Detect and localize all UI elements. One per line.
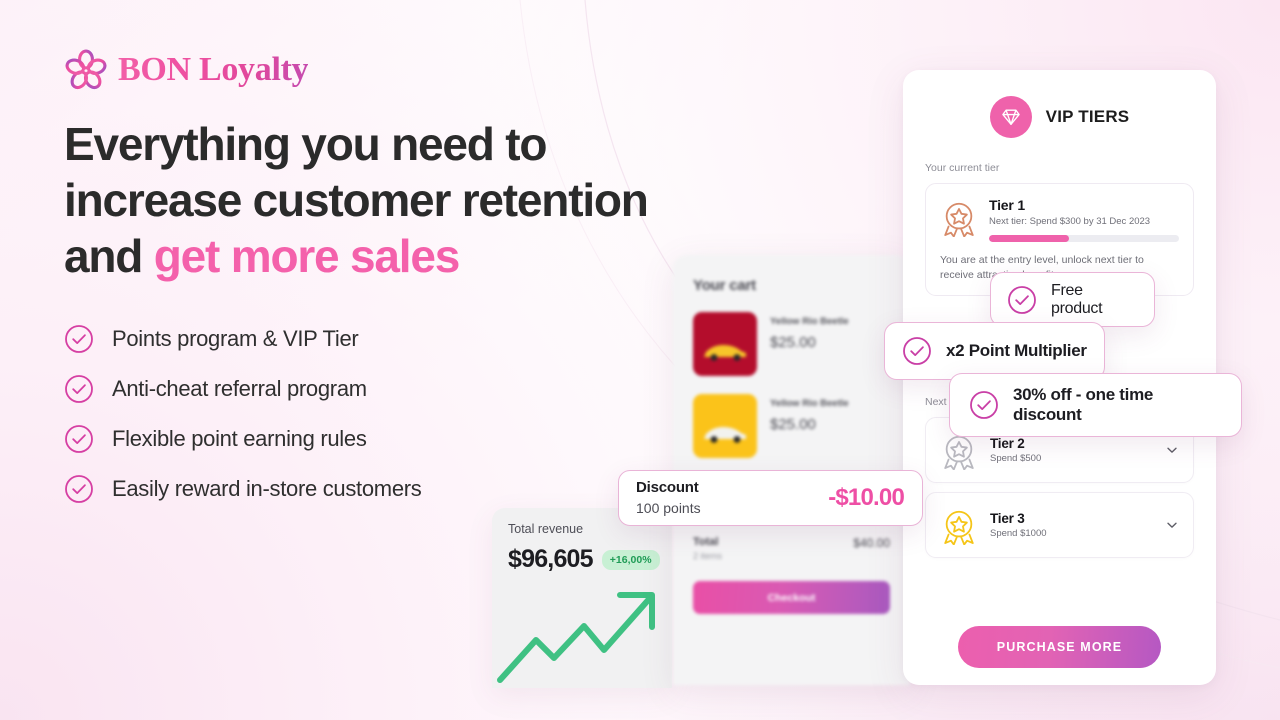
brand-name: BON Loyalty [118, 51, 309, 88]
tier-info: Tier 2 Spend $500 [990, 436, 1153, 464]
tier-subtitle: Spend $1000 [990, 528, 1047, 539]
discount-banner-title: Discount [636, 478, 699, 496]
chevron-down-icon[interactable] [1165, 518, 1179, 532]
diamond-badge [989, 96, 1032, 138]
tier-info: Tier 3 Spend $1000 [990, 511, 1153, 539]
current-tier-label: Your current tier [925, 162, 1000, 174]
purchase-more-button[interactable]: PURCHASE MORE [958, 626, 1161, 668]
medal-icon [944, 435, 974, 470]
diamond-icon [1001, 109, 1020, 126]
product-name: Yellow Rio Beetle [770, 316, 849, 327]
feature-label: Anti-cheat referral program [112, 376, 367, 401]
medal-icon [944, 510, 974, 545]
product-info: Yellow Rio Beetle $25.00 [770, 394, 849, 433]
product-price: $25.00 [770, 334, 816, 351]
tier-progress-bar [989, 235, 1179, 242]
brand-logo[interactable]: BON Loyalty [64, 44, 684, 96]
feature-label: Easily reward in-store customers [112, 476, 422, 501]
product-thumbnail [693, 394, 757, 458]
tier-name: Tier 3 [990, 511, 1025, 526]
flower-icon [65, 49, 107, 90]
product-name: Yellow Rio Beetle [770, 398, 849, 409]
vip-panel-title: VIP TIERS [1045, 107, 1130, 126]
next-tier-card-tier-3[interactable]: Tier 3 Spend $1000 [925, 492, 1194, 558]
revenue-amount: $96,605 [508, 545, 594, 573]
reward-chip-free-product[interactable]: Free product [990, 272, 1155, 327]
list-item: Easily reward in-store customers [64, 464, 684, 514]
vip-panel-header: VIP TIERS [925, 96, 1194, 138]
total-revenue-card: Total revenue $96,605 +16,00% [492, 508, 672, 688]
reward-chip-label: x2 Point Multiplier [946, 341, 1087, 360]
check-circle-icon [970, 391, 998, 419]
check-circle-icon [65, 475, 93, 503]
revenue-delta-badge: +16,00% [601, 549, 660, 570]
checkout-button[interactable]: Checkout [693, 581, 890, 614]
list-item: Anti-cheat referral program [64, 364, 684, 414]
tier-info: Tier 1 Next tier: Spend $300 by 31 Dec 2… [989, 197, 1179, 242]
medal-icon [944, 202, 974, 237]
trending-up-arrow-icon [497, 592, 655, 683]
discount-banner[interactable]: Discount 100 points -$10.00 [618, 470, 923, 526]
feature-label: Points program & VIP Tier [112, 326, 359, 351]
feature-list: Points program & VIP Tier Anti-cheat ref… [64, 314, 684, 514]
reward-chip-point-multiplier[interactable]: x2 Point Multiplier [884, 322, 1105, 380]
tier-row: Tier 1 Next tier: Spend $300 by 31 Dec 2… [940, 197, 1179, 242]
check-circle-icon [903, 337, 931, 365]
tier-name: Tier 2 [990, 436, 1025, 451]
discount-banner-value: -$10.00 [828, 484, 905, 511]
reward-chip-discount-offer[interactable]: 30% off - one time discount [949, 373, 1242, 437]
check-circle-icon [65, 425, 93, 453]
list-item: Points program & VIP Tier [64, 314, 684, 364]
revenue-amount-row: $96,605 +16,00% [508, 545, 660, 574]
summary-row-total: Total 2 items $40.00 [693, 536, 890, 561]
list-item: Flexible point earning rules [64, 414, 684, 464]
summary-label: Total [693, 536, 719, 548]
summary-value: $40.00 [853, 536, 890, 550]
check-circle-icon [1008, 285, 1036, 314]
check-circle-icon [65, 375, 93, 403]
reward-chip-label: Free product [1051, 281, 1103, 317]
hero-left-column: BON Loyalty Everything you need to incre… [64, 44, 684, 514]
cart-title: Your cart [693, 277, 756, 294]
tier-name: Tier 1 [989, 197, 1025, 213]
list-item: Yellow Rio Beetle $25.00 [693, 312, 890, 376]
car-icon [704, 345, 746, 361]
reward-chip-label: 30% off - one time discount [1013, 385, 1154, 424]
page-title: Everything you need to increase customer… [64, 116, 654, 284]
product-info: Yellow Rio Beetle $25.00 [770, 312, 849, 351]
product-thumbnail [693, 312, 757, 376]
list-item: Yellow Rio Beetle $25.00 [693, 394, 890, 458]
feature-label: Flexible point earning rules [112, 426, 367, 451]
car-icon [704, 427, 746, 443]
tier-progress-fill [989, 235, 1069, 242]
summary-sublabel: 2 items [693, 551, 723, 561]
product-price: $25.00 [770, 416, 816, 433]
check-circle-icon [65, 325, 93, 353]
discount-banner-text: Discount 100 points [636, 479, 701, 517]
tier-subtitle: Spend $500 [990, 453, 1042, 464]
discount-banner-subtitle: 100 points [636, 499, 701, 516]
chevron-down-icon[interactable] [1165, 443, 1179, 457]
headline-accent: get more sales [153, 230, 461, 282]
tier-subtitle: Next tier: Spend $300 by 31 Dec 2023 [989, 216, 1151, 227]
